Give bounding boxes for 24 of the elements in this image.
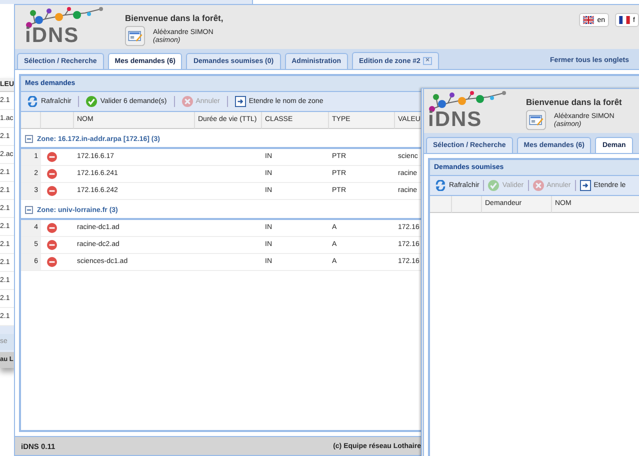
remove-icon[interactable]: [47, 152, 57, 162]
cancel-circle-icon: [532, 180, 544, 191]
logo-text: iDNS: [25, 26, 80, 45]
refresh-icon: [27, 96, 38, 107]
expand-box-icon: [234, 96, 246, 107]
collapse-icon[interactable]: [25, 206, 33, 214]
refresh-icon: [435, 180, 446, 191]
remove-icon[interactable]: [47, 186, 57, 196]
uk-flag-icon: [583, 16, 594, 24]
column-header: [452, 196, 482, 213]
user-card-icon: [125, 26, 145, 46]
expand-box-icon: [580, 180, 591, 191]
remove-icon[interactable]: [47, 223, 57, 233]
check-circle-icon: [86, 96, 98, 107]
welcome-title: Bienvenue dans la forêt,: [125, 13, 224, 23]
remove-icon[interactable]: [47, 169, 57, 179]
cancel-circle-icon: [182, 96, 193, 107]
welcome-title: Bienvenue dans la forêt: [526, 97, 622, 107]
remove-icon[interactable]: [47, 257, 57, 267]
collapse-icon[interactable]: [25, 135, 33, 143]
france-flag-icon: [619, 16, 630, 24]
user-card-icon: [526, 110, 546, 130]
remove-icon[interactable]: [47, 240, 57, 250]
check-circle-icon: [488, 180, 500, 191]
